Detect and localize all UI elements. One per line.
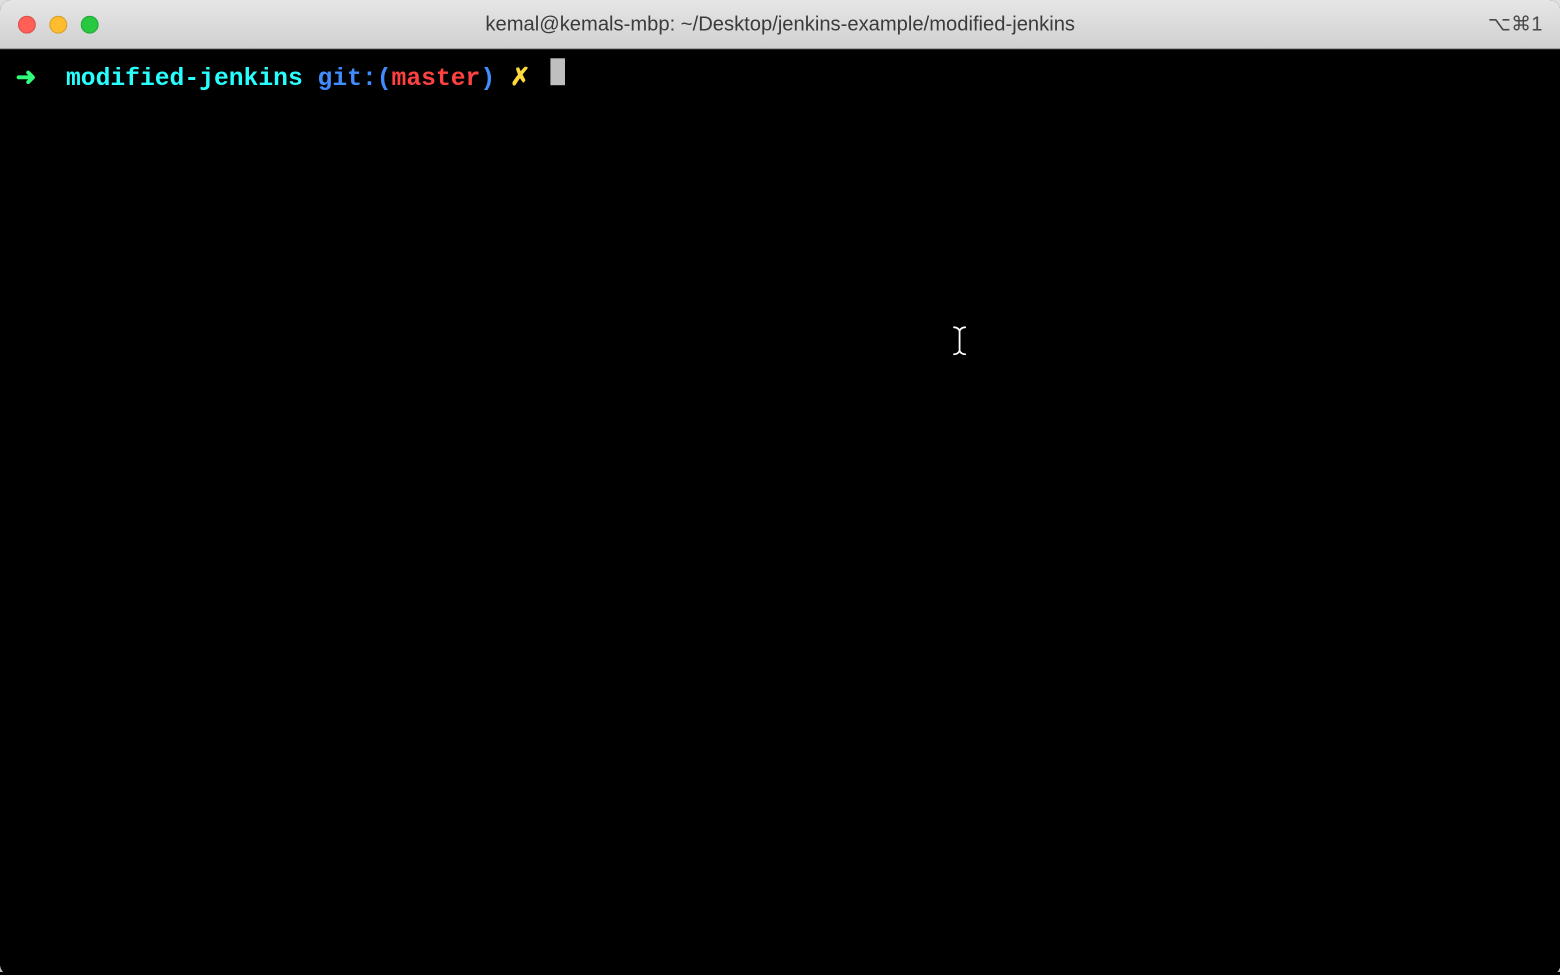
prompt-paren-close: ) [480,63,495,96]
window-titlebar[interactable]: kemal@kemals-mbp: ~/Desktop/jenkins-exam… [0,0,1560,49]
terminal-window: kemal@kemals-mbp: ~/Desktop/jenkins-exam… [0,0,1560,975]
terminal-cursor[interactable] [550,58,565,85]
traffic-lights [18,15,99,33]
prompt-cwd: modified-jenkins [66,63,303,96]
prompt-git-label: git: [318,63,377,96]
prompt-paren-open: ( [377,63,392,96]
prompt-arrow-icon: ➜ [16,63,37,96]
prompt-branch: master [392,63,481,96]
text-cursor-ibeam-icon [951,325,969,367]
window-shortcut-hint: ⌥⌘1 [1488,12,1543,36]
prompt-dirty-icon: ✗ [510,63,531,96]
window-close-button[interactable] [18,15,36,33]
terminal-body[interactable]: ➜ modified-jenkins git:(master) ✗ [0,49,1560,975]
window-maximize-button[interactable] [81,15,99,33]
window-title: kemal@kemals-mbp: ~/Desktop/jenkins-exam… [0,12,1560,36]
prompt-line: ➜ modified-jenkins git:(master) ✗ [16,58,1545,96]
window-minimize-button[interactable] [49,15,67,33]
